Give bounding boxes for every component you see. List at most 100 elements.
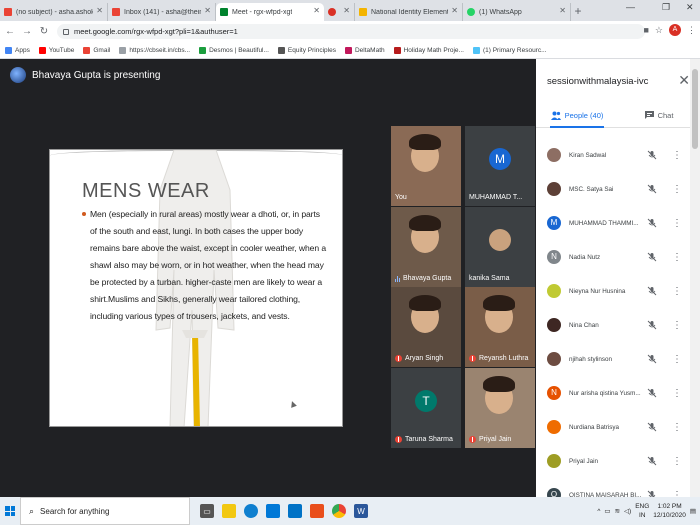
more-options-icon[interactable]: ⋮ — [672, 422, 682, 433]
volume-icon[interactable]: ◁) — [624, 507, 631, 515]
close-tab-icon[interactable]: ✕ — [343, 6, 350, 15]
wifi-icon[interactable]: ≋ — [615, 507, 620, 515]
close-tab-icon[interactable]: ✕ — [204, 6, 211, 15]
mic-off-icon[interactable] — [647, 388, 657, 398]
bookmark-item[interactable]: DeltaMath — [344, 46, 385, 54]
more-options-icon[interactable]: ⋮ — [672, 456, 682, 467]
more-options-icon[interactable]: ⋮ — [672, 184, 682, 195]
participant-tile[interactable]: Priyal Jain — [465, 368, 535, 448]
participant-tile[interactable]: Aryan Singh — [391, 287, 461, 367]
mic-off-icon[interactable] — [647, 150, 657, 160]
clock[interactable]: 1:02 PM 12/10/2020 — [653, 502, 686, 520]
participant-tile[interactable]: T Taruna Sharma — [391, 368, 461, 448]
mic-off-icon[interactable] — [647, 456, 657, 466]
more-options-icon[interactable]: ⋮ — [672, 320, 682, 331]
more-options-icon[interactable]: ⋮ — [672, 388, 682, 399]
maximize-icon[interactable]: ❐ — [662, 2, 670, 13]
participant-tile[interactable]: M MUHAMMAD T... — [465, 126, 535, 206]
bookmark-item[interactable]: YouTube — [38, 46, 74, 54]
people-panel: sessionwithmalaysia-ivc ✕ People (40) Ch… — [536, 59, 700, 502]
mic-off-icon[interactable] — [647, 184, 657, 194]
profile-avatar[interactable]: A — [669, 24, 681, 36]
store-icon[interactable] — [266, 504, 280, 518]
close-tab-icon[interactable]: ✕ — [559, 6, 566, 15]
video-feed-hair — [409, 134, 441, 150]
mic-off-icon[interactable] — [647, 422, 657, 432]
close-tab-icon[interactable]: ✕ — [451, 6, 458, 15]
mic-off-icon — [395, 355, 402, 362]
participant-row[interactable]: njihah stylinson ⋮ — [536, 342, 700, 376]
participant-row[interactable]: M MUHAMMAD THAMMI... ⋮ — [536, 206, 700, 240]
browser-tab[interactable]: National Identity Elements - Nati✕ — [355, 3, 463, 21]
bookmark-star-icon[interactable]: ☆ — [655, 25, 663, 36]
mic-off-icon[interactable] — [647, 286, 657, 296]
bookmark-item[interactable]: Desmos | Beautiful... — [199, 46, 269, 54]
camera-icon[interactable]: ■ — [643, 25, 648, 35]
reload-icon[interactable]: ↻ — [37, 26, 51, 37]
file-explorer-icon[interactable] — [222, 504, 236, 518]
browser-tab[interactable]: (no subject) - asha.ashok03@gm✕ — [0, 3, 108, 21]
more-options-icon[interactable]: ⋮ — [672, 218, 682, 229]
browser-tab[interactable]: Meet - rgx-wfpd-xgt ✕ — [216, 3, 324, 21]
participant-row[interactable]: Nurdiana Batrisya ⋮ — [536, 410, 700, 444]
tile-name: Bhavaya Gupta — [395, 275, 451, 282]
mic-off-icon[interactable] — [647, 252, 657, 262]
start-button[interactable] — [0, 497, 20, 525]
forward-icon[interactable]: → — [20, 26, 34, 37]
more-options-icon[interactable]: ⋮ — [672, 150, 682, 161]
battery-icon[interactable]: ▭ — [604, 507, 610, 515]
close-panel-icon[interactable]: ✕ — [678, 72, 690, 89]
mic-off-icon[interactable] — [647, 320, 657, 330]
participant-row[interactable]: N Nadia Nutz ⋮ — [536, 240, 700, 274]
participant-row[interactable]: N Nur arisha qistina Yusm... ⋮ — [536, 376, 700, 410]
new-tab-button[interactable]: + — [571, 3, 585, 21]
bookmark-item[interactable]: Gmail — [83, 46, 110, 54]
participant-row[interactable]: MSC. Satya Sai ⋮ — [536, 172, 700, 206]
scrollbar-thumb[interactable] — [692, 69, 698, 149]
more-options-icon[interactable]: ⋮ — [672, 354, 682, 365]
bookmark-item[interactable]: Equity Principles — [277, 46, 336, 54]
bookmark-item[interactable]: Apps — [5, 46, 30, 54]
bookmark-item[interactable]: (1) Primary Resourc... — [472, 46, 547, 54]
panel-scrollbar[interactable] — [690, 59, 700, 497]
close-tab-icon[interactable]: ✕ — [313, 6, 320, 15]
tray-chevron-icon[interactable]: ^ — [597, 508, 600, 515]
mic-off-icon[interactable] — [647, 218, 657, 228]
close-window-icon[interactable]: ✕ — [686, 2, 694, 13]
browser-tab[interactable]: Inbox (141) - asha@theindiansch✕ — [108, 3, 216, 21]
slide-title: MENS WEAR — [82, 180, 210, 202]
participant-row[interactable]: Kiran Sadwal ⋮ — [536, 138, 700, 172]
back-icon[interactable]: ← — [3, 26, 17, 37]
mic-off-icon[interactable] — [647, 354, 657, 364]
minimize-icon[interactable]: — — [626, 2, 635, 12]
url-field[interactable]: meet.google.com/rgx-wfpd-xgt?pli=1&authu… — [57, 24, 645, 39]
taskbar-search[interactable]: ⌕ Search for anything — [20, 497, 190, 525]
tab-chat[interactable]: Chat — [618, 103, 700, 127]
participant-row[interactable]: Priyal Jain ⋮ — [536, 444, 700, 478]
video-feed-hair — [483, 295, 515, 311]
office-icon[interactable] — [310, 504, 324, 518]
bookmark-item[interactable]: Holiday Math Proje... — [393, 46, 464, 54]
tab-people[interactable]: People (40) — [536, 103, 618, 128]
participant-row[interactable]: Nieyna Nur Husnina ⋮ — [536, 274, 700, 308]
participant-tile[interactable]: Reyansh Luthra — [465, 287, 535, 367]
more-options-icon[interactable]: ⋮ — [672, 252, 682, 263]
more-options-icon[interactable]: ⋮ — [672, 286, 682, 297]
mail-icon[interactable] — [288, 504, 302, 518]
notifications-icon[interactable]: ▤ — [690, 507, 696, 515]
browser-tab[interactable]: ✕ — [324, 3, 355, 21]
word-icon[interactable]: W — [354, 504, 368, 518]
language-indicator[interactable]: ENG IN — [635, 502, 649, 520]
participant-tile[interactable]: Bhavaya Gupta — [391, 207, 461, 287]
participant-tile[interactable]: You — [391, 126, 461, 206]
bookmark-item[interactable]: https://cbseit.in/cbs... — [119, 46, 190, 54]
browser-tab[interactable]: (1) WhatsApp ✕ — [463, 3, 571, 21]
participant-tile[interactable]: kanika Sama — [465, 207, 535, 287]
chrome-icon[interactable] — [332, 504, 346, 518]
bookmarks-bar: Apps YouTube Gmail https://cbseit.in/cbs...… — [0, 42, 700, 59]
menu-kebab-icon[interactable]: ⋮ — [687, 25, 696, 36]
task-view-icon[interactable]: ▭ — [200, 504, 214, 518]
edge-icon[interactable] — [244, 504, 258, 518]
close-tab-icon[interactable]: ✕ — [96, 6, 103, 15]
participant-row[interactable]: Nina Chan ⋮ — [536, 308, 700, 342]
